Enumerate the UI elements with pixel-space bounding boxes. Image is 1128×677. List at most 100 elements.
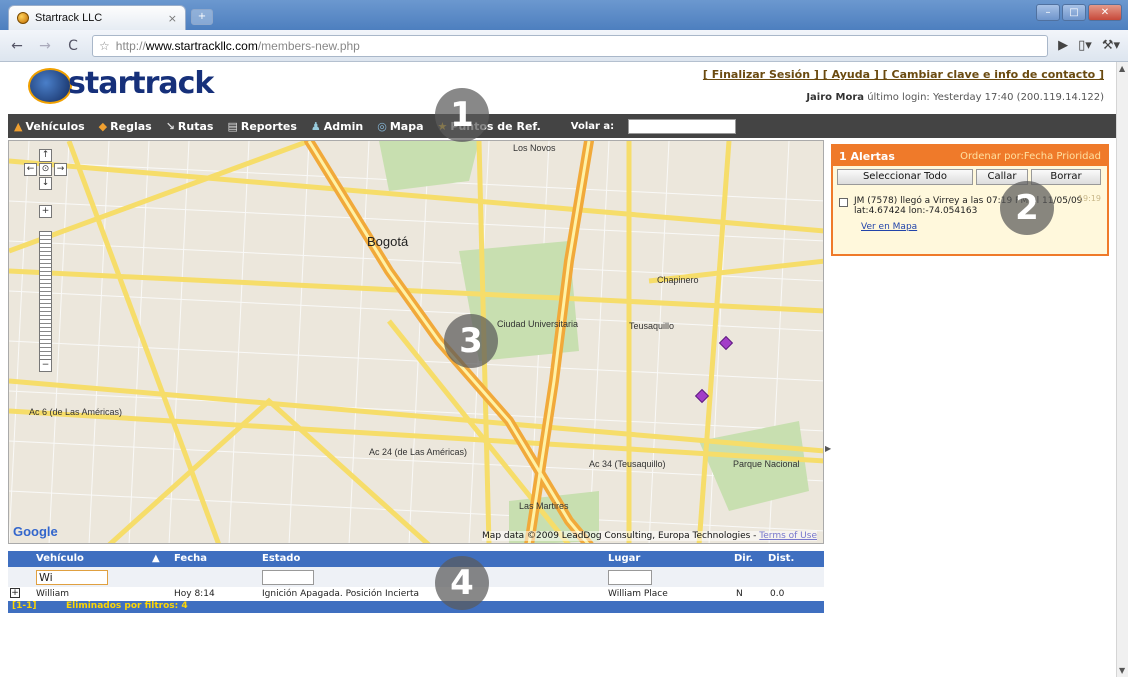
sort-asc-icon[interactable]: ▲ — [152, 553, 160, 564]
map-label: Ac 24 (de Las Américas) — [369, 447, 468, 457]
cell-estado: Ignición Apagada. Posición Incierta — [262, 589, 420, 599]
pan-down-button[interactable]: ↓ — [39, 177, 52, 190]
menu-label: Mapa — [389, 119, 424, 133]
map-label: Las Martires — [519, 501, 569, 511]
col-lugar[interactable]: Lugar — [608, 553, 640, 564]
delete-button[interactable]: Borrar — [1031, 169, 1101, 185]
play-icon[interactable]: ▶ — [1058, 38, 1068, 53]
cell-lugar: William Place — [608, 589, 668, 599]
url-path: /members-new.php — [257, 38, 360, 53]
close-window-button[interactable]: ✕ — [1088, 4, 1122, 21]
minimize-button[interactable]: – — [1036, 4, 1060, 21]
close-tab-icon[interactable]: × — [168, 12, 177, 25]
pan-right-button[interactable]: → — [54, 163, 67, 176]
menu-label: Reglas — [110, 119, 152, 133]
lugar-filter-input[interactable] — [608, 570, 652, 585]
map-canvas — [9, 141, 823, 543]
alert-checkbox[interactable] — [839, 198, 848, 207]
admin-icon: ♟ — [310, 119, 321, 133]
url-protocol: http:// — [115, 38, 146, 53]
route-icon: ↘ — [165, 119, 175, 133]
map-label: Los Novos — [513, 143, 556, 153]
back-icon[interactable]: ← — [8, 38, 26, 54]
page-menu-icon[interactable]: ▯▾ — [1078, 38, 1092, 53]
alerts-title: 1 Alertas — [839, 149, 895, 163]
startrack-logo[interactable]: startrack — [28, 66, 228, 108]
alerts-sort[interactable]: Ordenar por:Fecha Prioridad — [960, 151, 1101, 162]
footer-count: [1-1] — [12, 601, 37, 611]
favicon-icon — [17, 12, 29, 24]
grid-header: Vehículo ▲ Fecha Estado Lugar Dir. Dist. — [8, 551, 824, 567]
expand-row-icon[interactable]: + — [10, 588, 20, 598]
col-fecha[interactable]: Fecha — [174, 553, 207, 564]
map-label: Ciudad Universitaria — [497, 319, 579, 329]
map-label: Ac 6 (de Las Américas) — [29, 407, 123, 417]
view-on-map-link[interactable]: Ver en Mapa — [833, 216, 1107, 232]
globe-icon: ◎ — [377, 119, 387, 133]
map-view[interactable]: ↑ ← ⊙ → ↓ + − Bogotá Ciudad Universitari… — [8, 140, 824, 544]
vehicle-grid: Vehículo ▲ Fecha Estado Lugar Dir. Dist.… — [8, 551, 824, 621]
wrench-icon[interactable]: ⚒▾ — [1102, 38, 1120, 53]
city-label: Bogotá — [367, 234, 409, 249]
cell-dist: 0.0 — [770, 589, 785, 599]
col-dir[interactable]: Dir. — [734, 553, 753, 564]
rules-icon: ◆ — [98, 119, 108, 133]
alert-time: 19:19 — [1077, 194, 1101, 203]
alert-text: JM (7578) llegó a Virrey a las 07:19 PM … — [854, 196, 1083, 216]
grid-filter-row: Wi — [8, 567, 824, 587]
map-label: Parque Nacional — [733, 459, 800, 469]
menu-label: Rutas — [177, 119, 214, 133]
table-row[interactable]: + William Hoy 8:14 Ignición Apagada. Pos… — [8, 587, 824, 601]
google-logo: Google — [13, 524, 58, 539]
terms-link[interactable]: Terms of Use — [759, 531, 817, 541]
browser-tools: ▶ ▯▾ ⚒▾ — [1058, 38, 1120, 53]
user-login-info: Jairo Mora último login: Yesterday 17:40… — [806, 92, 1104, 103]
grid-footer: [1-1] Eliminados por filtros: 4 — [8, 601, 824, 613]
estado-filter-input[interactable] — [262, 570, 314, 585]
header-links-text[interactable]: [ Finalizar Sesión ] [ Ayuda ] [ Cambiar… — [703, 68, 1104, 81]
scroll-down-icon[interactable]: ▼ — [1119, 666, 1125, 675]
pan-up-button[interactable]: ↑ — [39, 149, 52, 162]
zoom-slider[interactable] — [39, 231, 52, 361]
scroll-up-icon[interactable]: ▲ — [1119, 64, 1125, 73]
alerts-header: 1 Alertas Ordenar por:Fecha Prioridad — [833, 146, 1107, 166]
menu-mapa[interactable]: ◎ Mapa — [377, 120, 423, 133]
menu-vehiculos[interactable]: ▲ Vehículos — [14, 120, 85, 133]
map-label: Ac 34 (Teusaquillo) — [589, 459, 666, 469]
menu-label: Vehículos — [25, 119, 85, 133]
col-dist[interactable]: Dist. — [768, 553, 794, 564]
col-estado[interactable]: Estado — [262, 553, 300, 564]
bookmark-star-icon[interactable]: ☆ — [99, 39, 110, 53]
menu-reglas[interactable]: ◆ Reglas — [99, 120, 152, 133]
vehiculo-filter-input[interactable]: Wi — [36, 570, 108, 585]
volar-input[interactable] — [628, 118, 737, 134]
address-bar[interactable]: ☆ http://www.startrackllc.com/members-ne… — [92, 34, 1049, 57]
zoom-in-button[interactable]: + — [39, 205, 52, 218]
header-links[interactable]: [ Finalizar Sesión ] [ Ayuda ] [ Cambiar… — [703, 68, 1104, 81]
map-label: Chapinero — [657, 275, 699, 285]
map-label: Teusaquillo — [629, 321, 675, 331]
col-vehiculo[interactable]: Vehículo — [36, 553, 84, 564]
pan-center-button[interactable]: ⊙ — [39, 163, 52, 176]
pan-left-button[interactable]: ← — [24, 163, 37, 176]
menu-label: Reportes — [240, 119, 297, 133]
reload-icon[interactable]: C — [64, 38, 82, 54]
tab-bar: Startrack LLC × + – □ ✕ — [0, 0, 1128, 30]
select-all-button[interactable]: Seleccionar Todo — [837, 169, 973, 185]
callout-3: 3 — [444, 314, 498, 368]
callout-2: 2 — [1000, 181, 1054, 235]
maximize-button[interactable]: □ — [1062, 4, 1086, 21]
zoom-out-button[interactable]: − — [39, 359, 52, 372]
forward-icon[interactable]: → — [36, 38, 54, 54]
new-tab-button[interactable]: + — [191, 9, 213, 25]
vertical-scrollbar[interactable]: ▲ ▼ — [1116, 62, 1128, 677]
menu-rutas[interactable]: ↘ Rutas — [166, 120, 214, 133]
alert-item: JM (7578) llegó a Virrey a las 07:19 PM … — [833, 188, 1107, 216]
browser-tab[interactable]: Startrack LLC × — [8, 5, 186, 30]
menu-admin[interactable]: ♟ Admin — [311, 120, 363, 133]
menu-reportes[interactable]: ▤ Reportes — [227, 120, 296, 133]
collapse-arrow-icon[interactable]: ▶ — [825, 444, 831, 453]
truck-icon: ▲ — [14, 119, 23, 133]
footer-filtered: Eliminados por filtros: 4 — [66, 601, 188, 611]
callout-4: 4 — [435, 556, 489, 610]
